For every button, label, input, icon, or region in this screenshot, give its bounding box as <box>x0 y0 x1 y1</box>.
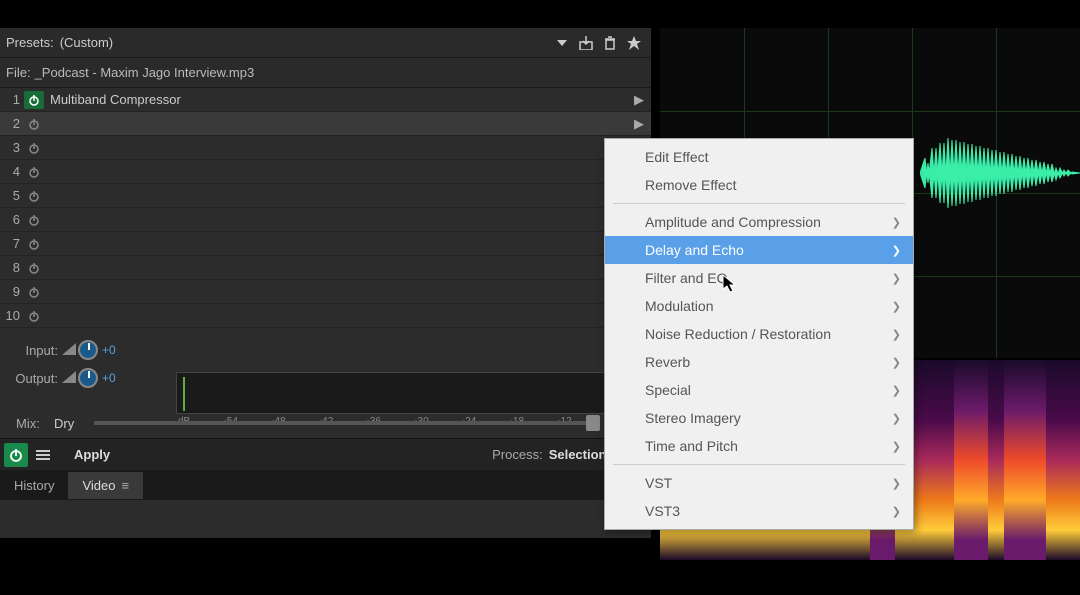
slot-power-button[interactable] <box>24 91 44 109</box>
input-value[interactable]: +0 <box>102 343 116 357</box>
slot-number: 3 <box>4 140 24 155</box>
effect-slot-5[interactable]: 5▶ <box>0 184 651 208</box>
preset-value[interactable]: (Custom) <box>60 35 549 50</box>
apply-button[interactable]: Apply <box>64 443 120 466</box>
output-label: Output: <box>10 371 62 386</box>
effect-slot-4[interactable]: 4▶ <box>0 160 651 184</box>
chevron-right-icon: ❯ <box>892 216 901 229</box>
slot-power-button[interactable] <box>24 139 44 157</box>
effect-slot-2[interactable]: 2▶ <box>0 112 651 136</box>
slot-power-button[interactable] <box>24 187 44 205</box>
slot-menu-arrow-icon[interactable]: ▶ <box>631 92 647 108</box>
output-knob[interactable] <box>78 368 98 388</box>
effect-slot-10[interactable]: 10▶ <box>0 304 651 328</box>
menu-separator <box>613 464 905 465</box>
mix-dry-label: Dry <box>54 416 74 431</box>
input-knob[interactable] <box>78 340 98 360</box>
slot-number: 5 <box>4 188 24 203</box>
menu-category-special[interactable]: Special❯ <box>605 376 913 404</box>
slot-power-button[interactable] <box>24 235 44 253</box>
slot-number: 1 <box>4 92 24 107</box>
file-row: File: _Podcast - Maxim Jago Interview.mp… <box>0 58 651 88</box>
mix-slider[interactable] <box>94 421 594 425</box>
menu-category-filter-and-eq[interactable]: Filter and EQ❯ <box>605 264 913 292</box>
slot-power-button[interactable] <box>24 115 44 133</box>
chevron-right-icon: ❯ <box>892 384 901 397</box>
tab-menu-icon[interactable]: ≡ <box>121 478 129 493</box>
waveform-icon <box>920 128 1080 218</box>
file-name: _Podcast - Maxim Jago Interview.mp3 <box>35 65 255 80</box>
chevron-right-icon: ❯ <box>892 477 901 490</box>
slot-menu-arrow-icon[interactable]: ▶ <box>631 116 647 132</box>
menu-category-stereo-imagery[interactable]: Stereo Imagery❯ <box>605 404 913 432</box>
slot-number: 2 <box>4 116 24 131</box>
output-value[interactable]: +0 <box>102 371 116 385</box>
chevron-right-icon: ❯ <box>892 328 901 341</box>
effect-slot-6[interactable]: 6▶ <box>0 208 651 232</box>
preset-dropdown-icon[interactable] <box>551 32 573 54</box>
input-row: Input: +0 <box>10 336 641 364</box>
effects-rack-panel: Presets: (Custom) File: _Podcast - Maxim… <box>0 28 651 538</box>
slot-number: 6 <box>4 212 24 227</box>
effect-slot-8[interactable]: 8▶ <box>0 256 651 280</box>
effect-slot-7[interactable]: 7▶ <box>0 232 651 256</box>
input-label: Input: <box>10 343 62 358</box>
tab-history[interactable]: History <box>0 472 68 499</box>
effect-slot-3[interactable]: 3▶ <box>0 136 651 160</box>
slot-number: 10 <box>4 308 24 323</box>
rack-power-button[interactable] <box>4 443 28 467</box>
list-view-icon[interactable] <box>32 444 54 466</box>
menu-edit-effect[interactable]: Edit Effect <box>605 143 913 171</box>
favorite-icon[interactable] <box>623 32 645 54</box>
tab-video[interactable]: Video≡ <box>68 472 143 499</box>
menu-category-amplitude-and-compression[interactable]: Amplitude and Compression❯ <box>605 208 913 236</box>
chevron-right-icon: ❯ <box>892 272 901 285</box>
slot-power-button[interactable] <box>24 163 44 181</box>
preset-row: Presets: (Custom) <box>0 28 651 58</box>
effect-context-menu: Edit Effect Remove Effect Amplitude and … <box>604 138 914 530</box>
slot-power-button[interactable] <box>24 283 44 301</box>
file-label: File: <box>6 65 31 80</box>
effect-slot-9[interactable]: 9▶ <box>0 280 651 304</box>
level-meter <box>176 372 616 414</box>
output-meter-icon <box>62 371 76 386</box>
delete-preset-icon[interactable] <box>599 32 621 54</box>
menu-plugin-vst3[interactable]: VST3❯ <box>605 497 913 525</box>
save-preset-icon[interactable] <box>575 32 597 54</box>
input-meter-icon <box>62 343 76 358</box>
menu-plugin-vst[interactable]: VST❯ <box>605 469 913 497</box>
chevron-right-icon: ❯ <box>892 300 901 313</box>
process-label: Process: <box>492 447 543 462</box>
effect-slot-1[interactable]: 1 Multiband Compressor▶ <box>0 88 651 112</box>
slot-effect-name: Multiband Compressor <box>44 92 631 107</box>
bottom-tabs: History Video≡ <box>0 470 651 500</box>
mix-slider-thumb[interactable] <box>586 415 600 431</box>
slot-number: 9 <box>4 284 24 299</box>
slot-power-button[interactable] <box>24 211 44 229</box>
chevron-right-icon: ❯ <box>892 440 901 453</box>
menu-category-reverb[interactable]: Reverb❯ <box>605 348 913 376</box>
chevron-right-icon: ❯ <box>892 244 901 257</box>
slot-number: 4 <box>4 164 24 179</box>
menu-category-noise-reduction-restoration[interactable]: Noise Reduction / Restoration❯ <box>605 320 913 348</box>
menu-category-modulation[interactable]: Modulation❯ <box>605 292 913 320</box>
chevron-right-icon: ❯ <box>892 505 901 518</box>
menu-remove-effect[interactable]: Remove Effect <box>605 171 913 199</box>
slot-number: 7 <box>4 236 24 251</box>
chevron-right-icon: ❯ <box>892 412 901 425</box>
menu-separator <box>613 203 905 204</box>
preset-label: Presets: <box>6 35 54 50</box>
menu-category-delay-and-echo[interactable]: Delay and Echo❯ <box>605 236 913 264</box>
menu-category-time-and-pitch[interactable]: Time and Pitch❯ <box>605 432 913 460</box>
slot-power-button[interactable] <box>24 259 44 277</box>
chevron-right-icon: ❯ <box>892 356 901 369</box>
meter-area: dB-54-48-42-36-30-24-18-12-6 <box>176 372 616 448</box>
slot-number: 8 <box>4 260 24 275</box>
slot-power-button[interactable] <box>24 307 44 325</box>
mix-label: Mix: <box>16 416 54 431</box>
